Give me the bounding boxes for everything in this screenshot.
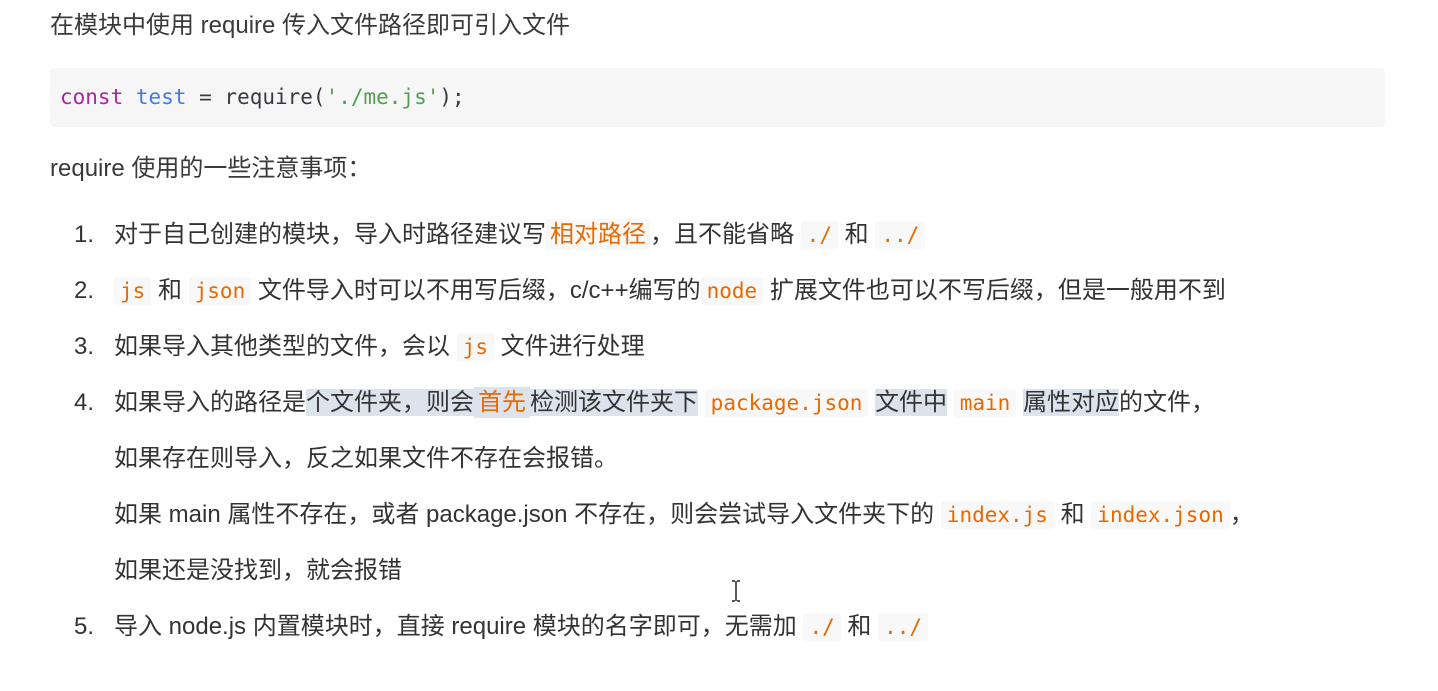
list-item: 1. 对于自己创建的模块，导入时路径建议写 相对路径 ，且不能省略 ./ 和 ../ xyxy=(74,218,926,252)
item-text: 如果 main 属性不存在，或者 package.json 不存在，则会尝试导入… xyxy=(114,501,935,528)
item-text: 文件导入时可以不用写后缀，c/c++编写的 xyxy=(257,277,701,304)
list-number: 3. xyxy=(74,333,95,360)
item-text: ， xyxy=(1229,501,1254,528)
code-function: require( xyxy=(224,85,326,109)
selected-text: 检测该文件夹下 xyxy=(530,389,698,416)
item-text: 如果导入的路径是 xyxy=(114,389,306,416)
item-text: 如果导入其他类型的文件，会以 xyxy=(114,333,450,360)
text-cursor-icon xyxy=(732,580,740,602)
item-text: 和 xyxy=(844,221,869,248)
inline-code: json xyxy=(188,277,252,305)
list-number: 1. xyxy=(74,221,95,248)
inline-code: js xyxy=(456,333,494,361)
inline-code: node xyxy=(700,277,764,305)
code-end: ); xyxy=(439,85,465,109)
inline-code: js xyxy=(114,277,152,305)
inline-code: index.json xyxy=(1091,501,1230,529)
code-block: const test = require('./me.js'); xyxy=(50,68,1385,127)
inline-code: ./ xyxy=(803,613,841,641)
intro-text: 在模块中使用 require 传入文件路径即可引入文件 xyxy=(50,12,571,39)
inline-code: main xyxy=(953,389,1017,417)
item-text: 对于自己创建的模块，导入时路径建议写 xyxy=(114,221,546,248)
code-keyword: const xyxy=(60,85,124,109)
item-text: 扩展文件也可以不写后缀，但是一般用不到 xyxy=(769,277,1226,304)
item-text: 和 xyxy=(157,277,182,304)
list-item: 3. 如果导入其他类型的文件，会以 js 文件进行处理 xyxy=(74,330,645,364)
list-number: 5. xyxy=(74,613,95,640)
item-continuation: 如果存在则导入，反之如果文件不存在会报错。 xyxy=(114,445,618,472)
item-text: 导入 node.js 内置模块时，直接 require 模块的名字即可，无需加 xyxy=(114,613,797,640)
list-number: 2. xyxy=(74,277,95,304)
item-continuation: 如果还是没找到，就会报错 xyxy=(114,557,402,584)
notes-title: require 使用的一些注意事项： xyxy=(50,155,372,182)
highlight-text: 相对路径 xyxy=(546,219,650,250)
code-string: './me.js' xyxy=(325,85,440,109)
list-number: 4. xyxy=(74,389,95,416)
item-text: ，且不能省略 xyxy=(650,221,794,248)
inline-code: ../ xyxy=(875,221,926,249)
list-item: 2. js 和 json 文件导入时可以不用写后缀，c/c++编写的 node 扩展… xyxy=(74,274,1226,308)
document-page: 在模块中使用 require 传入文件路径即可引入文件 const test =… xyxy=(0,0,1438,691)
list-item: 4. 如果导入的路径是个文件夹，则会 首先 检测该文件夹下 package.json … xyxy=(74,386,1215,420)
inline-code: ../ xyxy=(878,613,929,641)
code-operator: = xyxy=(199,85,212,109)
item-text: 和 xyxy=(1060,501,1085,528)
item-text: 文件进行处理 xyxy=(500,333,645,360)
selected-text: 文件中 xyxy=(875,389,948,416)
list-item: 5. 导入 node.js 内置模块时，直接 require 模块的名字即可，无需… xyxy=(74,610,929,644)
selected-text: 属性对应 xyxy=(1022,389,1119,416)
item-text: 的文件， xyxy=(1118,389,1215,416)
item-continuation: 如果 main 属性不存在，或者 package.json 不存在，则会尝试导入… xyxy=(114,498,1254,532)
highlight-text: 首先 xyxy=(474,387,530,418)
inline-code: ./ xyxy=(800,221,838,249)
code-line: const test = require('./me.js'); xyxy=(60,82,465,112)
inline-code: index.js xyxy=(940,501,1054,529)
selected-text: 个文件夹，则会 xyxy=(306,389,474,416)
code-variable: test xyxy=(135,85,187,109)
inline-code: package.json xyxy=(704,389,869,417)
item-text: 和 xyxy=(847,613,872,640)
